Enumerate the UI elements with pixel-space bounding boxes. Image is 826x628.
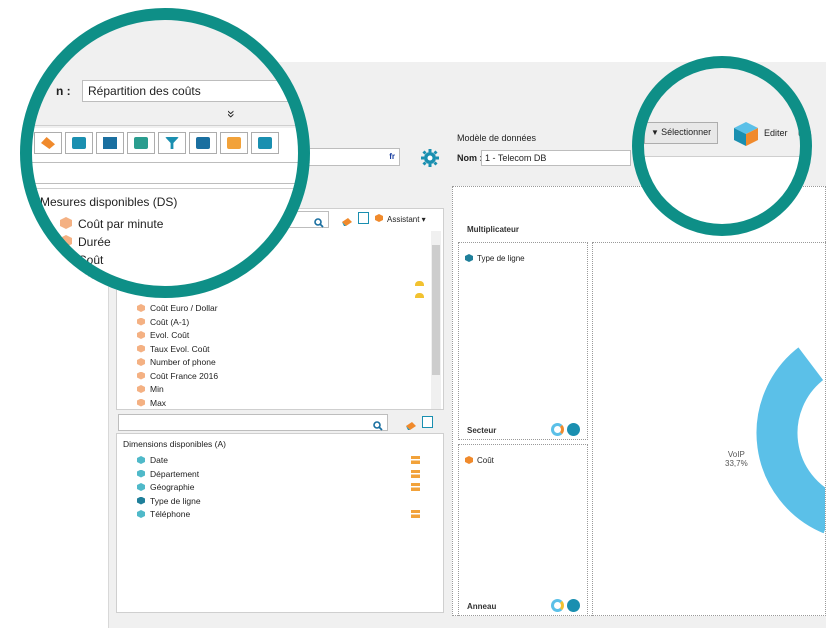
gear-icon[interactable]: [567, 423, 580, 436]
measure-icon: [137, 304, 145, 312]
measure-icon: [137, 331, 145, 339]
measure-item-label: Evol. Coût: [150, 330, 190, 340]
secteur-item[interactable]: Type de ligne: [465, 254, 525, 263]
measure-item-label: Taux Evol. Coût: [150, 343, 210, 354]
measure-item[interactable]: Coût (A-1): [137, 317, 189, 327]
hierarchy-icon: [411, 510, 420, 518]
dimension-item-label: Type de ligne: [150, 495, 201, 506]
dimension-item-label: Date: [150, 455, 168, 465]
dimension-item[interactable]: Date: [137, 455, 168, 465]
dimensions-search-row: [116, 413, 444, 433]
search-icon[interactable]: [314, 215, 324, 233]
chart-preview: VoIP 33,7%: [592, 242, 826, 616]
hierarchy-icon: [411, 456, 420, 464]
zone-anneau-label: Anneau: [467, 602, 497, 611]
measure-icon: [465, 456, 473, 464]
dimension-icon: [137, 510, 145, 518]
measure-item-label: Min: [150, 384, 164, 394]
donut-slice-voip: [753, 343, 825, 538]
dimensions-header: Dimensions disponibles (A): [123, 439, 226, 449]
chart-label-block: VoIP 33,7%: [725, 450, 748, 468]
measure-item-label: Number of phone: [150, 357, 216, 367]
dimension-icon: [137, 469, 145, 478]
measure-item-label: Coût Euro / Dollar: [150, 303, 218, 313]
model-name-field[interactable]: 1 - Telecom DB: [481, 150, 631, 166]
assistant-label: Assistant ▾: [387, 215, 426, 224]
dimension-item-label: Géographie: [150, 482, 195, 492]
dimensions-search-input[interactable]: [118, 414, 388, 431]
dimension-icon: [137, 496, 145, 505]
zoom-ring-right: [632, 56, 812, 236]
dimension-icon: [465, 254, 473, 262]
chart-label-name: VoIP: [727, 450, 745, 459]
assistant-icon: [375, 214, 383, 222]
eraser-icon[interactable]: [342, 214, 352, 232]
flag-icon[interactable]: fr: [389, 152, 395, 161]
scrollbar-thumb[interactable]: [432, 245, 440, 375]
zone-secteur[interactable]: Type de ligne Secteur: [458, 242, 588, 440]
anneau-item-label: Coût: [477, 456, 494, 465]
measure-item[interactable]: Max: [137, 398, 166, 408]
measure-type-icon: [415, 281, 424, 286]
model-section-label: Modèle de données: [457, 133, 537, 143]
dimension-item-label: Département: [150, 468, 200, 479]
application-window: Modèle de données Nom : 1 - Telecom DB f…: [0, 0, 826, 628]
dimension-item[interactable]: Géographie: [137, 482, 194, 492]
measure-icon: [60, 271, 72, 283]
measure-icon: [137, 398, 145, 407]
measure-item[interactable]: Min: [137, 384, 164, 394]
measures-scrollbar[interactable]: [431, 231, 441, 409]
dimension-icon: [137, 483, 145, 491]
gear-icon[interactable]: [567, 599, 580, 612]
donut-chart: [753, 328, 825, 538]
model-name-label: Nom :: [457, 153, 483, 163]
zoom-ring-left: [20, 8, 310, 298]
measure-icon: [137, 317, 145, 326]
dimension-item-label: Téléphone: [150, 509, 191, 519]
collapse-icon[interactable]: [358, 212, 369, 224]
dimension-item[interactable]: Téléphone: [137, 509, 190, 519]
dimension-item[interactable]: Type de ligne: [137, 496, 201, 506]
assistant-button[interactable]: Assistant ▾: [375, 214, 426, 224]
anneau-item[interactable]: Coût: [465, 456, 494, 465]
measure-item[interactable]: Coût France 2016: [137, 371, 218, 381]
measure-icon: [137, 371, 145, 380]
measure-item-label: Coût (A-1): [150, 316, 190, 327]
zone-secteur-label: Secteur: [467, 426, 497, 435]
pie-type-icon[interactable]: [551, 423, 564, 436]
chart-label-value: 33,7%: [725, 459, 748, 468]
donut-type-icon[interactable]: [551, 599, 564, 612]
hierarchy-icon: [411, 483, 420, 491]
dimension-item[interactable]: Département: [137, 469, 199, 479]
secteur-item-label: Type de ligne: [477, 254, 525, 263]
zone-anneau[interactable]: Coût Anneau: [458, 444, 588, 616]
dimension-icon: [137, 456, 145, 464]
measure-item[interactable]: Evol. Coût: [137, 330, 189, 340]
measure-icon: [137, 358, 145, 366]
measure-item[interactable]: Coût Euro / Dollar: [137, 303, 218, 313]
measure-item[interactable]: Taux Evol. Coût: [137, 344, 210, 354]
measure-item-label: Coût France 2016: [150, 370, 219, 381]
measure-item[interactable]: Number of phone: [137, 357, 216, 367]
measure-icon: [137, 385, 145, 393]
dimensions-panel: Dimensions disponibles (A) Date Départeme…: [116, 433, 444, 613]
collapse-icon[interactable]: [422, 416, 433, 428]
measure-icon: [137, 344, 145, 353]
hierarchy-icon: [411, 469, 420, 478]
measure-type-icon: [415, 293, 424, 298]
settings-gear-icon[interactable]: [420, 148, 440, 168]
measure-item-label: Max: [150, 397, 167, 408]
zone-multiplicateur-label: Multiplicateur: [467, 225, 520, 234]
